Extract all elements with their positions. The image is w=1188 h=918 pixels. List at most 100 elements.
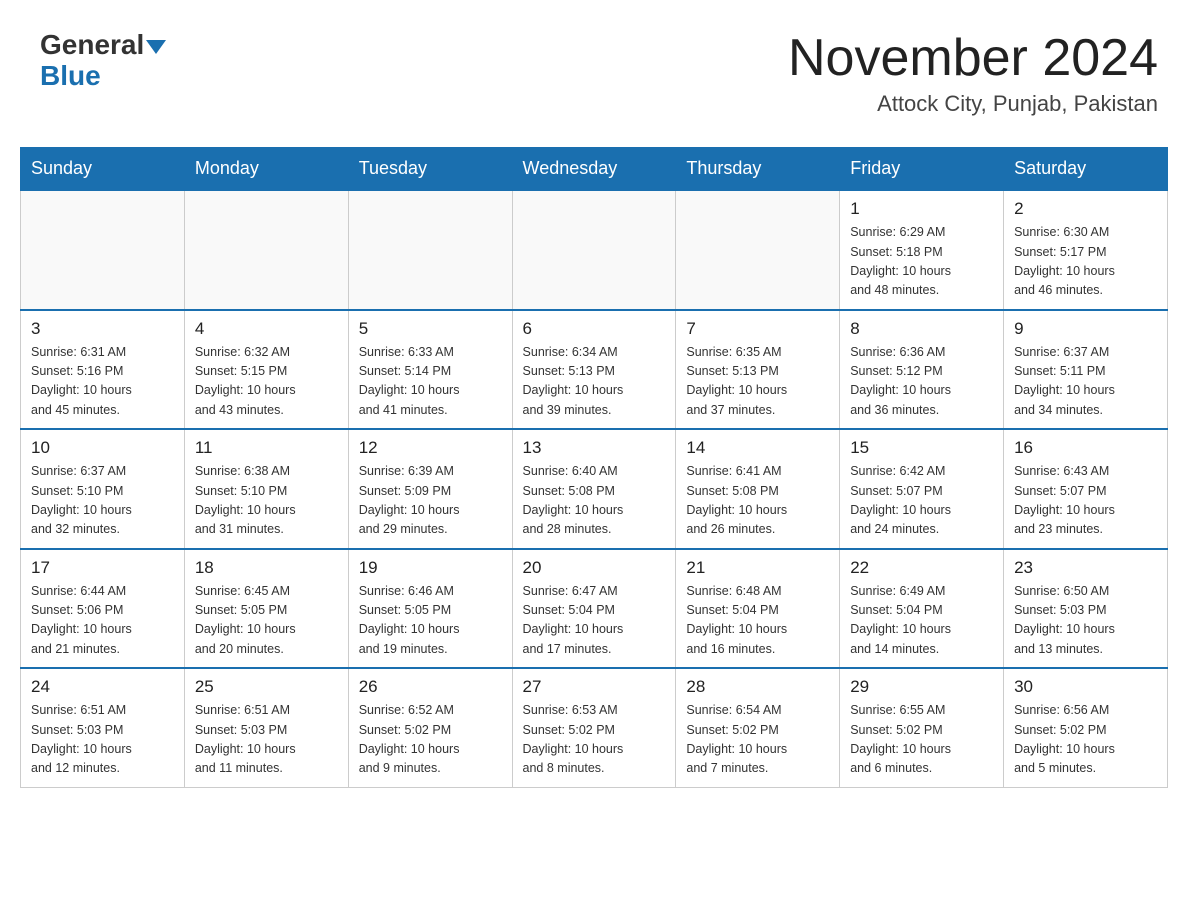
day-number: 14 — [686, 438, 829, 458]
day-number: 5 — [359, 319, 502, 339]
day-number: 10 — [31, 438, 174, 458]
week-row-4: 17 Sunrise: 6:44 AM Sunset: 5:06 PM Dayli… — [21, 549, 1168, 669]
week-row-3: 10 Sunrise: 6:37 AM Sunset: 5:10 PM Dayli… — [21, 429, 1168, 549]
day-info: Sunrise: 6:46 AM Sunset: 5:05 PM Dayligh… — [359, 582, 502, 660]
logo-triangle-icon — [146, 40, 166, 54]
day-info: Sunrise: 6:52 AM Sunset: 5:02 PM Dayligh… — [359, 701, 502, 779]
day-number: 30 — [1014, 677, 1157, 697]
week-row-5: 24 Sunrise: 6:51 AM Sunset: 5:03 PM Dayli… — [21, 668, 1168, 787]
day-number: 22 — [850, 558, 993, 578]
day-info: Sunrise: 6:33 AM Sunset: 5:14 PM Dayligh… — [359, 343, 502, 421]
day-info: Sunrise: 6:53 AM Sunset: 5:02 PM Dayligh… — [523, 701, 666, 779]
day-number: 13 — [523, 438, 666, 458]
day-number: 28 — [686, 677, 829, 697]
calendar-cell: 9 Sunrise: 6:37 AM Sunset: 5:11 PM Daylig… — [1004, 310, 1168, 430]
day-number: 20 — [523, 558, 666, 578]
day-info: Sunrise: 6:31 AM Sunset: 5:16 PM Dayligh… — [31, 343, 174, 421]
calendar-cell: 12 Sunrise: 6:39 AM Sunset: 5:09 PM Dayli… — [348, 429, 512, 549]
calendar-cell: 22 Sunrise: 6:49 AM Sunset: 5:04 PM Dayli… — [840, 549, 1004, 669]
day-number: 1 — [850, 199, 993, 219]
calendar-cell: 16 Sunrise: 6:43 AM Sunset: 5:07 PM Dayli… — [1004, 429, 1168, 549]
calendar-cell: 30Sunrise: 6:56 AM Sunset: 5:02 PM Dayli… — [1004, 668, 1168, 787]
day-number: 4 — [195, 319, 338, 339]
calendar-cell: 19Sunrise: 6:46 AM Sunset: 5:05 PM Dayli… — [348, 549, 512, 669]
calendar-cell: 6 Sunrise: 6:34 AM Sunset: 5:13 PM Daylig… — [512, 310, 676, 430]
logo-blue: Blue — [40, 60, 101, 91]
day-info: Sunrise: 6:44 AM Sunset: 5:06 PM Dayligh… — [31, 582, 174, 660]
day-info: Sunrise: 6:32 AM Sunset: 5:15 PM Dayligh… — [195, 343, 338, 421]
day-info: Sunrise: 6:37 AM Sunset: 5:10 PM Dayligh… — [31, 462, 174, 540]
calendar-cell: 24Sunrise: 6:51 AM Sunset: 5:03 PM Dayli… — [21, 668, 185, 787]
logo-general: General — [40, 29, 144, 60]
day-info: Sunrise: 6:37 AM Sunset: 5:11 PM Dayligh… — [1014, 343, 1157, 421]
calendar-cell: 7 Sunrise: 6:35 AM Sunset: 5:13 PM Daylig… — [676, 310, 840, 430]
calendar-cell: 5 Sunrise: 6:33 AM Sunset: 5:14 PM Daylig… — [348, 310, 512, 430]
week-row-1: 1 Sunrise: 6:29 AM Sunset: 5:18 PM Daylig… — [21, 190, 1168, 310]
calendar-cell: 27 Sunrise: 6:53 AM Sunset: 5:02 PM Dayli… — [512, 668, 676, 787]
calendar-cell: 13Sunrise: 6:40 AM Sunset: 5:08 PM Dayli… — [512, 429, 676, 549]
calendar-cell: 20 Sunrise: 6:47 AM Sunset: 5:04 PM Dayli… — [512, 549, 676, 669]
day-number: 21 — [686, 558, 829, 578]
day-info: Sunrise: 6:41 AM Sunset: 5:08 PM Dayligh… — [686, 462, 829, 540]
day-number: 29 — [850, 677, 993, 697]
calendar-cell: 8 Sunrise: 6:36 AM Sunset: 5:12 PM Daylig… — [840, 310, 1004, 430]
day-number: 17 — [31, 558, 174, 578]
calendar-cell: 15 Sunrise: 6:42 AM Sunset: 5:07 PM Dayli… — [840, 429, 1004, 549]
calendar-cell: 11 Sunrise: 6:38 AM Sunset: 5:10 PM Dayli… — [184, 429, 348, 549]
day-info: Sunrise: 6:29 AM Sunset: 5:18 PM Dayligh… — [850, 223, 993, 301]
calendar-cell: 18 Sunrise: 6:45 AM Sunset: 5:05 PM Dayli… — [184, 549, 348, 669]
weekday-header-thursday: Thursday — [676, 148, 840, 191]
day-info: Sunrise: 6:47 AM Sunset: 5:04 PM Dayligh… — [523, 582, 666, 660]
calendar-cell — [676, 190, 840, 310]
day-info: Sunrise: 6:35 AM Sunset: 5:13 PM Dayligh… — [686, 343, 829, 421]
day-number: 12 — [359, 438, 502, 458]
day-info: Sunrise: 6:50 AM Sunset: 5:03 PM Dayligh… — [1014, 582, 1157, 660]
day-info: Sunrise: 6:43 AM Sunset: 5:07 PM Dayligh… — [1014, 462, 1157, 540]
calendar-cell: 21 Sunrise: 6:48 AM Sunset: 5:04 PM Dayli… — [676, 549, 840, 669]
day-number: 6 — [523, 319, 666, 339]
calendar-cell: 4 Sunrise: 6:32 AM Sunset: 5:15 PM Daylig… — [184, 310, 348, 430]
day-info: Sunrise: 6:42 AM Sunset: 5:07 PM Dayligh… — [850, 462, 993, 540]
location-subtitle: Attock City, Punjab, Pakistan — [788, 91, 1158, 117]
day-number: 15 — [850, 438, 993, 458]
weekday-header-tuesday: Tuesday — [348, 148, 512, 191]
weekday-header-saturday: Saturday — [1004, 148, 1168, 191]
weekday-header-sunday: Sunday — [21, 148, 185, 191]
day-info: Sunrise: 6:49 AM Sunset: 5:04 PM Dayligh… — [850, 582, 993, 660]
day-number: 3 — [31, 319, 174, 339]
day-number: 27 — [523, 677, 666, 697]
calendar-cell: 25 Sunrise: 6:51 AM Sunset: 5:03 PM Dayli… — [184, 668, 348, 787]
day-info: Sunrise: 6:36 AM Sunset: 5:12 PM Dayligh… — [850, 343, 993, 421]
calendar-cell: 23 Sunrise: 6:50 AM Sunset: 5:03 PM Dayli… — [1004, 549, 1168, 669]
calendar-cell: 1 Sunrise: 6:29 AM Sunset: 5:18 PM Daylig… — [840, 190, 1004, 310]
calendar-cell: 26 Sunrise: 6:52 AM Sunset: 5:02 PM Dayli… — [348, 668, 512, 787]
weekday-header-monday: Monday — [184, 148, 348, 191]
day-number: 11 — [195, 438, 338, 458]
month-title: November 2024 — [788, 30, 1158, 87]
calendar-table: SundayMondayTuesdayWednesdayThursdayFrid… — [20, 147, 1168, 788]
day-info: Sunrise: 6:34 AM Sunset: 5:13 PM Dayligh… — [523, 343, 666, 421]
day-number: 7 — [686, 319, 829, 339]
day-info: Sunrise: 6:38 AM Sunset: 5:10 PM Dayligh… — [195, 462, 338, 540]
calendar-cell — [21, 190, 185, 310]
calendar-cell: 29 Sunrise: 6:55 AM Sunset: 5:02 PM Dayli… — [840, 668, 1004, 787]
calendar-cell — [348, 190, 512, 310]
day-number: 8 — [850, 319, 993, 339]
day-info: Sunrise: 6:30 AM Sunset: 5:17 PM Dayligh… — [1014, 223, 1157, 301]
day-number: 23 — [1014, 558, 1157, 578]
day-number: 18 — [195, 558, 338, 578]
calendar-cell: 2 Sunrise: 6:30 AM Sunset: 5:17 PM Daylig… — [1004, 190, 1168, 310]
day-number: 9 — [1014, 319, 1157, 339]
day-info: Sunrise: 6:45 AM Sunset: 5:05 PM Dayligh… — [195, 582, 338, 660]
calendar-cell: 14 Sunrise: 6:41 AM Sunset: 5:08 PM Dayli… — [676, 429, 840, 549]
day-number: 26 — [359, 677, 502, 697]
calendar-cell — [184, 190, 348, 310]
day-info: Sunrise: 6:39 AM Sunset: 5:09 PM Dayligh… — [359, 462, 502, 540]
day-number: 2 — [1014, 199, 1157, 219]
day-info: Sunrise: 6:48 AM Sunset: 5:04 PM Dayligh… — [686, 582, 829, 660]
day-number: 25 — [195, 677, 338, 697]
day-info: Sunrise: 6:55 AM Sunset: 5:02 PM Dayligh… — [850, 701, 993, 779]
day-info: Sunrise: 6:51 AM Sunset: 5:03 PM Dayligh… — [195, 701, 338, 779]
day-number: 16 — [1014, 438, 1157, 458]
day-number: 24 — [31, 677, 174, 697]
